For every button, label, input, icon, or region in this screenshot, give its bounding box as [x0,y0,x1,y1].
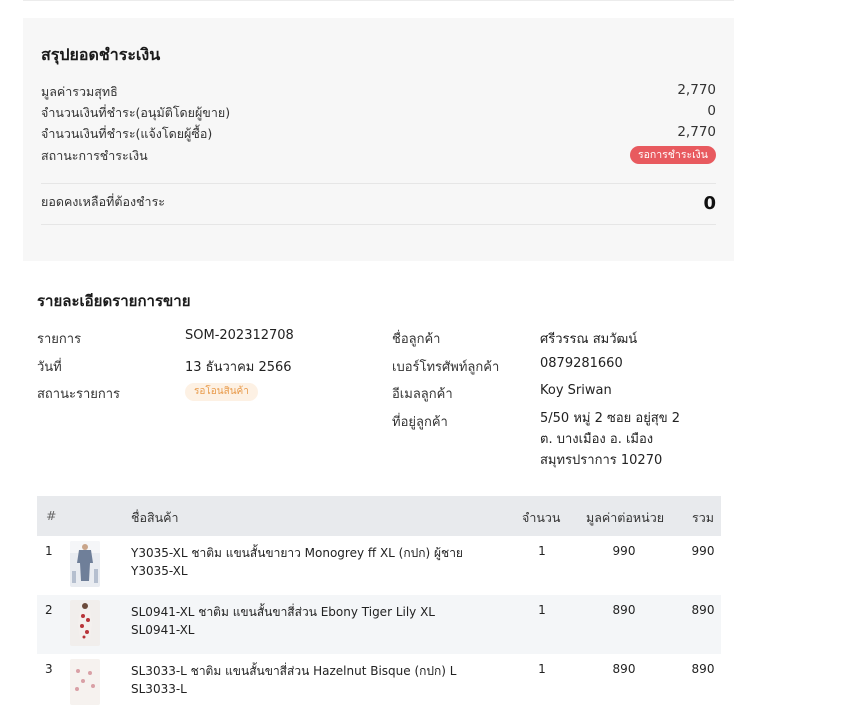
payment-status-label: สถานะการชำระเงิน [41,148,148,163]
customer-phone-label: เบอร์โทรศัพท์ลูกค้า [392,360,500,375]
product-title: Y3035-XL ชาติม แขนสั้นขายาว Monogrey ff … [131,546,463,560]
paid-approved-row: จำนวนเงินที่ชำระ(อนุมัติโดยผู้ขาย) 0 [41,103,716,123]
customer-email-label: อีเมลลูกค้า [392,387,453,402]
payment-status-badge: รอการชำระเงิน [629,146,716,164]
customer-email-value: Koy Sriwan [540,383,612,398]
customer-address-value: 5/50 หมู่ 2 ซอย อยู่สุข 2 ต. บางเมือง อ.… [540,408,680,471]
table-row[interactable]: 1 Y3035-XL ชาติม แขนสั้นขายาว Monogrey f… [37,536,721,595]
net-total-label: มูลค่ารวมสุทธิ [41,84,118,99]
summary-divider [41,183,716,184]
details-title: รายละเอียดรายการขาย [37,292,191,310]
balance-value: 0 [703,193,716,214]
product-name: SL0941-XL ชาติม แขนสั้นขาสี่ส่วน Ebony T… [131,603,435,639]
address-line: ต. บางเมือง อ. เมือง [540,432,654,447]
product-title: SL3033-L ชาติม แขนสั้นขาสี่ส่วน Hazelnut… [131,664,457,678]
date-value: 13 ธันวาคม 2566 [185,360,292,375]
paid-approved-value: 0 [707,103,716,119]
product-title: SL0941-XL ชาติม แขนสั้นขาสี่ส่วน Ebony T… [131,605,435,619]
product-sku: Y3035-XL [131,564,188,578]
customer-phone-value: 0879281660 [540,356,623,371]
row-qty: 1 [538,603,546,617]
product-name: SL3033-L ชาติม แขนสั้นขาสี่ส่วน Hazelnut… [131,662,456,698]
table-row[interactable]: 3 SL3033-L ชาติม แขนสั้นขาสี่ส่วน Hazeln… [37,654,721,713]
summary-title: สรุปยอดชำระเงิน [41,45,161,64]
paid-approved-label: จำนวนเงินที่ชำระ(อนุมัติโดยผู้ขาย) [41,105,231,120]
customer-address-label: ที่อยู่ลูกค้า [392,415,448,430]
paid-reported-label: จำนวนเงินที่ชำระ(แจ้งโดยผู้ซื้อ) [41,126,213,141]
net-total-value: 2,770 [677,82,716,98]
col-index-header: # [46,508,57,523]
order-status-label: สถานะรายการ [37,387,121,402]
product-sku: SL0941-XL [131,623,195,637]
date-label: วันที่ [37,360,62,375]
row-index: 3 [45,662,53,676]
product-sku: SL3033-L [131,682,187,696]
summary-divider [41,224,716,225]
order-status-badge: รอโอนสินค้า [185,383,258,401]
col-total-header: รวม [692,510,714,525]
address-line: สมุทรปราการ 10270 [540,453,663,468]
col-qty-header: จำนวน [522,510,561,525]
row-total: 990 [691,544,715,558]
row-qty: 1 [538,662,546,676]
col-name-header: ชื่อสินค้า [131,510,179,525]
row-unit-price: 890 [612,662,636,676]
product-name: Y3035-XL ชาติม แขนสั้นขายาว Monogrey ff … [131,544,463,580]
col-unit-price-header: มูลค่าต่อหน่วย [586,510,665,525]
row-total: 890 [691,603,715,617]
payment-summary-card: สรุปยอดชำระเงิน มูลค่ารวมสุทธิ 2,770 จำน… [23,18,734,261]
row-unit-price: 990 [612,544,636,558]
product-thumbnail [70,541,100,587]
items-table-header: # ชื่อสินค้า จำนวน มูลค่าต่อหน่วย รวม [37,496,721,536]
row-qty: 1 [538,544,546,558]
paid-reported-value: 2,770 [677,124,716,140]
product-thumbnail [70,659,100,705]
row-index: 1 [45,544,53,558]
payment-status-row: สถานะการชำระเงิน รอการชำระเงิน [41,146,716,166]
customer-name-label: ชื่อลูกค้า [392,332,441,347]
address-line: 5/50 หมู่ 2 ซอย อยู่สุข 2 [540,411,681,426]
table-row[interactable]: 2 SL0941-XL ชาติม แขนสั้นขาสี่ส่วน Ebony… [37,595,721,654]
balance-label: ยอดคงเหลือที่ต้องชำระ [41,194,165,209]
order-value: SOM-202312708 [185,328,294,343]
top-divider [23,0,734,1]
paid-reported-row: จำนวนเงินที่ชำระ(แจ้งโดยผู้ซื้อ) 2,770 [41,124,716,144]
row-total: 890 [691,662,715,676]
net-total-row: มูลค่ารวมสุทธิ 2,770 [41,82,716,102]
row-unit-price: 890 [612,603,636,617]
row-index: 2 [45,603,53,617]
customer-name-value: ศรีวรรณ สมวัฒน์ [540,332,638,347]
order-label: รายการ [37,332,82,347]
product-thumbnail [70,600,100,646]
